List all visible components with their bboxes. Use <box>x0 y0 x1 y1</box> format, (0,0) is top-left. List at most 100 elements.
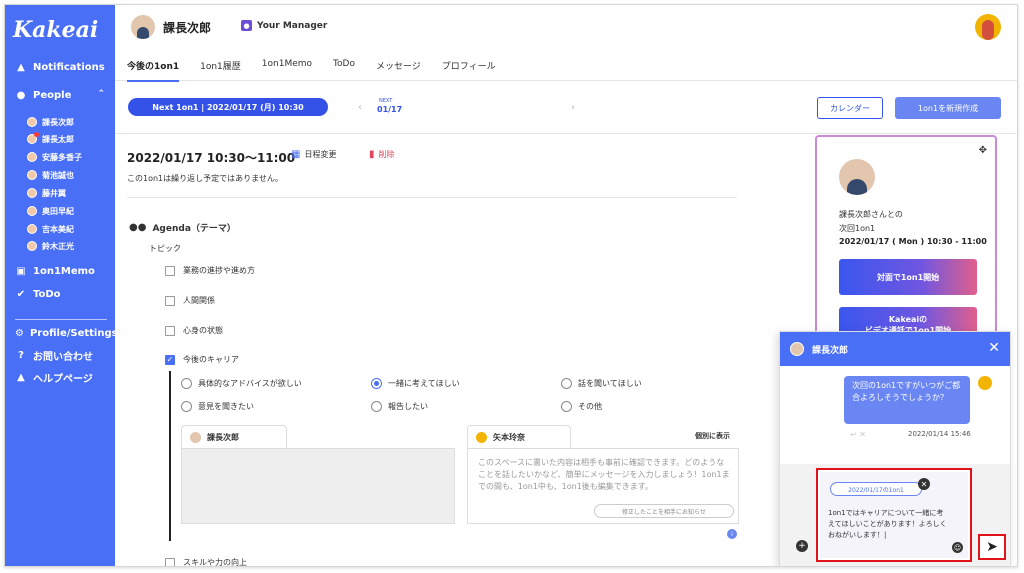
user-avatar[interactable] <box>975 14 1001 40</box>
avatar <box>27 117 37 127</box>
chat-message: 次回の1on1ですがいつがご都合よろしそうでしょうか？ <box>844 376 970 424</box>
sidebar-item-profile-settings[interactable]: ⚙ Profile/Settings <box>5 323 118 343</box>
radio-label: 一緒に考えてほしい <box>388 379 460 388</box>
close-icon[interactable]: ✕ <box>988 340 1000 356</box>
chat-title: 課長次郎 <box>812 345 849 356</box>
radio-label: 話を聞いてほしい <box>578 379 642 388</box>
topic-checkbox[interactable]: スキルや力の向上 <box>165 557 247 566</box>
sidebar-item-label: ToDo <box>33 288 61 300</box>
radio-label: 意見を聞きたい <box>198 402 254 411</box>
message-input[interactable]: 2022/01/17の1on1 ✕ 1on1ではキャリアについて一緒に考えてほし… <box>820 472 968 558</box>
sidebar-item-contact[interactable]: ? お問い合わせ <box>5 345 115 365</box>
avatar <box>27 224 37 234</box>
people-list-item[interactable]: 藤井翼 <box>27 186 66 200</box>
plus-icon[interactable]: + <box>796 540 808 552</box>
sidebar: Kakeai ▲ Notifications ● People ⌃ 課長次郎 課… <box>5 5 118 566</box>
radio-label: その他 <box>578 402 602 411</box>
radio-button[interactable] <box>561 378 572 389</box>
chevron-right-icon[interactable]: › <box>571 102 575 113</box>
people-list-item[interactable]: 吉本美紀 <box>27 222 74 236</box>
radio-option[interactable]: 話を聞いてほしい <box>561 378 642 389</box>
delete-button[interactable]: ▮ 削除 <box>369 149 395 160</box>
move-icon[interactable]: ✥ <box>979 145 987 156</box>
message-input-highlight: 2022/01/17の1on1 ✕ 1on1ではキャリアについて一緒に考えてほし… <box>816 468 972 562</box>
avatar <box>27 152 37 162</box>
remove-tag-icon[interactable]: ✕ <box>918 478 930 490</box>
topic-checkbox[interactable]: 人間関係 <box>165 295 215 306</box>
people-list-item[interactable]: 奥田早紀 <box>27 204 74 218</box>
person-name: 鈴木正光 <box>42 241 74 251</box>
people-list-item[interactable]: 課長太郎 <box>27 132 74 146</box>
sidebar-item-todo[interactable]: ✔ ToDo <box>5 284 115 304</box>
topic-checkbox[interactable]: ✓ 今後のキャリア <box>165 354 239 365</box>
send-button[interactable]: ➤ <box>978 534 1006 560</box>
topic-checkbox[interactable]: 業務の進捗や進め方 <box>165 265 255 276</box>
sidebar-item-label: 1on1Memo <box>33 265 95 277</box>
next-1on1-card: ✥ 課長次郎さんとの 次回1on1 2022/01/17 ( Mon ) 10:… <box>815 135 997 345</box>
tab-bar: 今後の1on1 1on1履歴 1on1Memo ToDo メッセージ プロフィー… <box>127 55 517 82</box>
sidebar-item-label: People <box>33 89 72 101</box>
next-date[interactable]: 01/17 <box>377 105 402 114</box>
people-list-item[interactable]: 課長次郎 <box>27 115 74 129</box>
radio-label: 報告したい <box>388 402 428 411</box>
radio-option[interactable]: 一緒に考えてほしい <box>371 378 460 389</box>
checkbox[interactable] <box>165 265 175 276</box>
note-tab-member[interactable]: 矢本玲奈 <box>467 425 571 449</box>
avatar <box>839 159 875 195</box>
individual-view-link[interactable]: 個別に表示 <box>695 431 730 441</box>
radio-option[interactable]: 具体的なアドバイスが欲しい <box>181 378 302 389</box>
people-list-item[interactable]: 菊池誠也 <box>27 168 74 182</box>
radio-button[interactable] <box>371 401 382 412</box>
tab-profile[interactable]: プロフィール <box>442 55 496 82</box>
graduation-cap-icon: ▲ <box>17 371 25 383</box>
radio-option[interactable]: 報告したい <box>371 401 428 412</box>
tab-todo[interactable]: ToDo <box>333 55 355 82</box>
chevron-up-icon[interactable]: ⌃ <box>97 89 105 99</box>
info-icon[interactable]: i <box>727 529 737 539</box>
tab-upcoming-1on1[interactable]: 今後の1on1 <box>127 55 180 82</box>
tab-1on1-history[interactable]: 1on1履歴 <box>200 55 241 82</box>
avatar <box>27 170 37 180</box>
reply-icon[interactable]: ↩ ✕ <box>850 430 866 439</box>
avatar <box>27 188 37 198</box>
avatar <box>190 432 201 443</box>
context-tag[interactable]: 2022/01/17の1on1 <box>830 482 922 496</box>
radio-option[interactable]: 意見を聞きたい <box>181 401 254 412</box>
next-1on1-pill[interactable]: Next 1on1 | 2022/01/17 (月) 10:30 <box>128 98 328 116</box>
radio-button[interactable] <box>181 401 192 412</box>
chevron-left-icon[interactable]: ‹ <box>358 102 362 113</box>
sidebar-item-help[interactable]: ▲ ヘルプページ <box>5 367 115 387</box>
new-1on1-button[interactable]: 1on1を新規作成 <box>895 97 1001 119</box>
radio-button-selected[interactable] <box>371 378 382 389</box>
people-list-item[interactable]: 鈴木正光 <box>27 239 74 253</box>
people-list-item[interactable]: 安藤多香子 <box>27 150 82 164</box>
radio-button[interactable] <box>561 401 572 412</box>
checkbox[interactable] <box>165 295 175 306</box>
note-tab-manager[interactable]: 課長次郎 <box>181 425 287 449</box>
avatar <box>27 206 37 216</box>
checkbox[interactable] <box>165 325 175 336</box>
person-name: 課長次郎 <box>42 117 74 127</box>
tab-messages[interactable]: メッセージ <box>376 55 421 82</box>
radio-button[interactable] <box>181 378 192 389</box>
checkbox-checked[interactable]: ✓ <box>165 354 175 365</box>
sidebar-item-notifications[interactable]: ▲ Notifications <box>5 57 115 77</box>
start-in-person-button[interactable]: 対面で1on1開始 <box>839 259 977 295</box>
selected-topic-bar <box>169 371 171 541</box>
calendar-button[interactable]: カレンダー <box>817 97 883 119</box>
checkbox-label: 今後のキャリア <box>183 355 239 364</box>
reschedule-button[interactable]: ▦ 日程変更 <box>291 149 336 160</box>
checkbox[interactable] <box>165 557 175 566</box>
notify-edit-button[interactable]: 修正したことを相手にお知らせ <box>594 504 734 518</box>
card-line: 課長次郎さんとの <box>839 210 903 219</box>
sidebar-item-memo[interactable]: ▣ 1on1Memo <box>5 261 115 281</box>
tab-1on1memo[interactable]: 1on1Memo <box>262 55 312 82</box>
person-name: 藤井翼 <box>42 188 66 198</box>
sidebar-item-people[interactable]: ● People ⌃ <box>5 85 115 105</box>
topic-checkbox[interactable]: 心身の状態 <box>165 325 223 336</box>
emoji-icon[interactable]: ☺ <box>952 542 963 553</box>
radio-option[interactable]: その他 <box>561 401 602 412</box>
date-bar: Next 1on1 | 2022/01/17 (月) 10:30 ‹ NEXT … <box>115 82 1017 134</box>
member-note-input[interactable]: このスペースに書いた内容は相手も事前に確認できます。どのようなことを話したいかな… <box>467 448 739 524</box>
avatar <box>476 432 487 443</box>
